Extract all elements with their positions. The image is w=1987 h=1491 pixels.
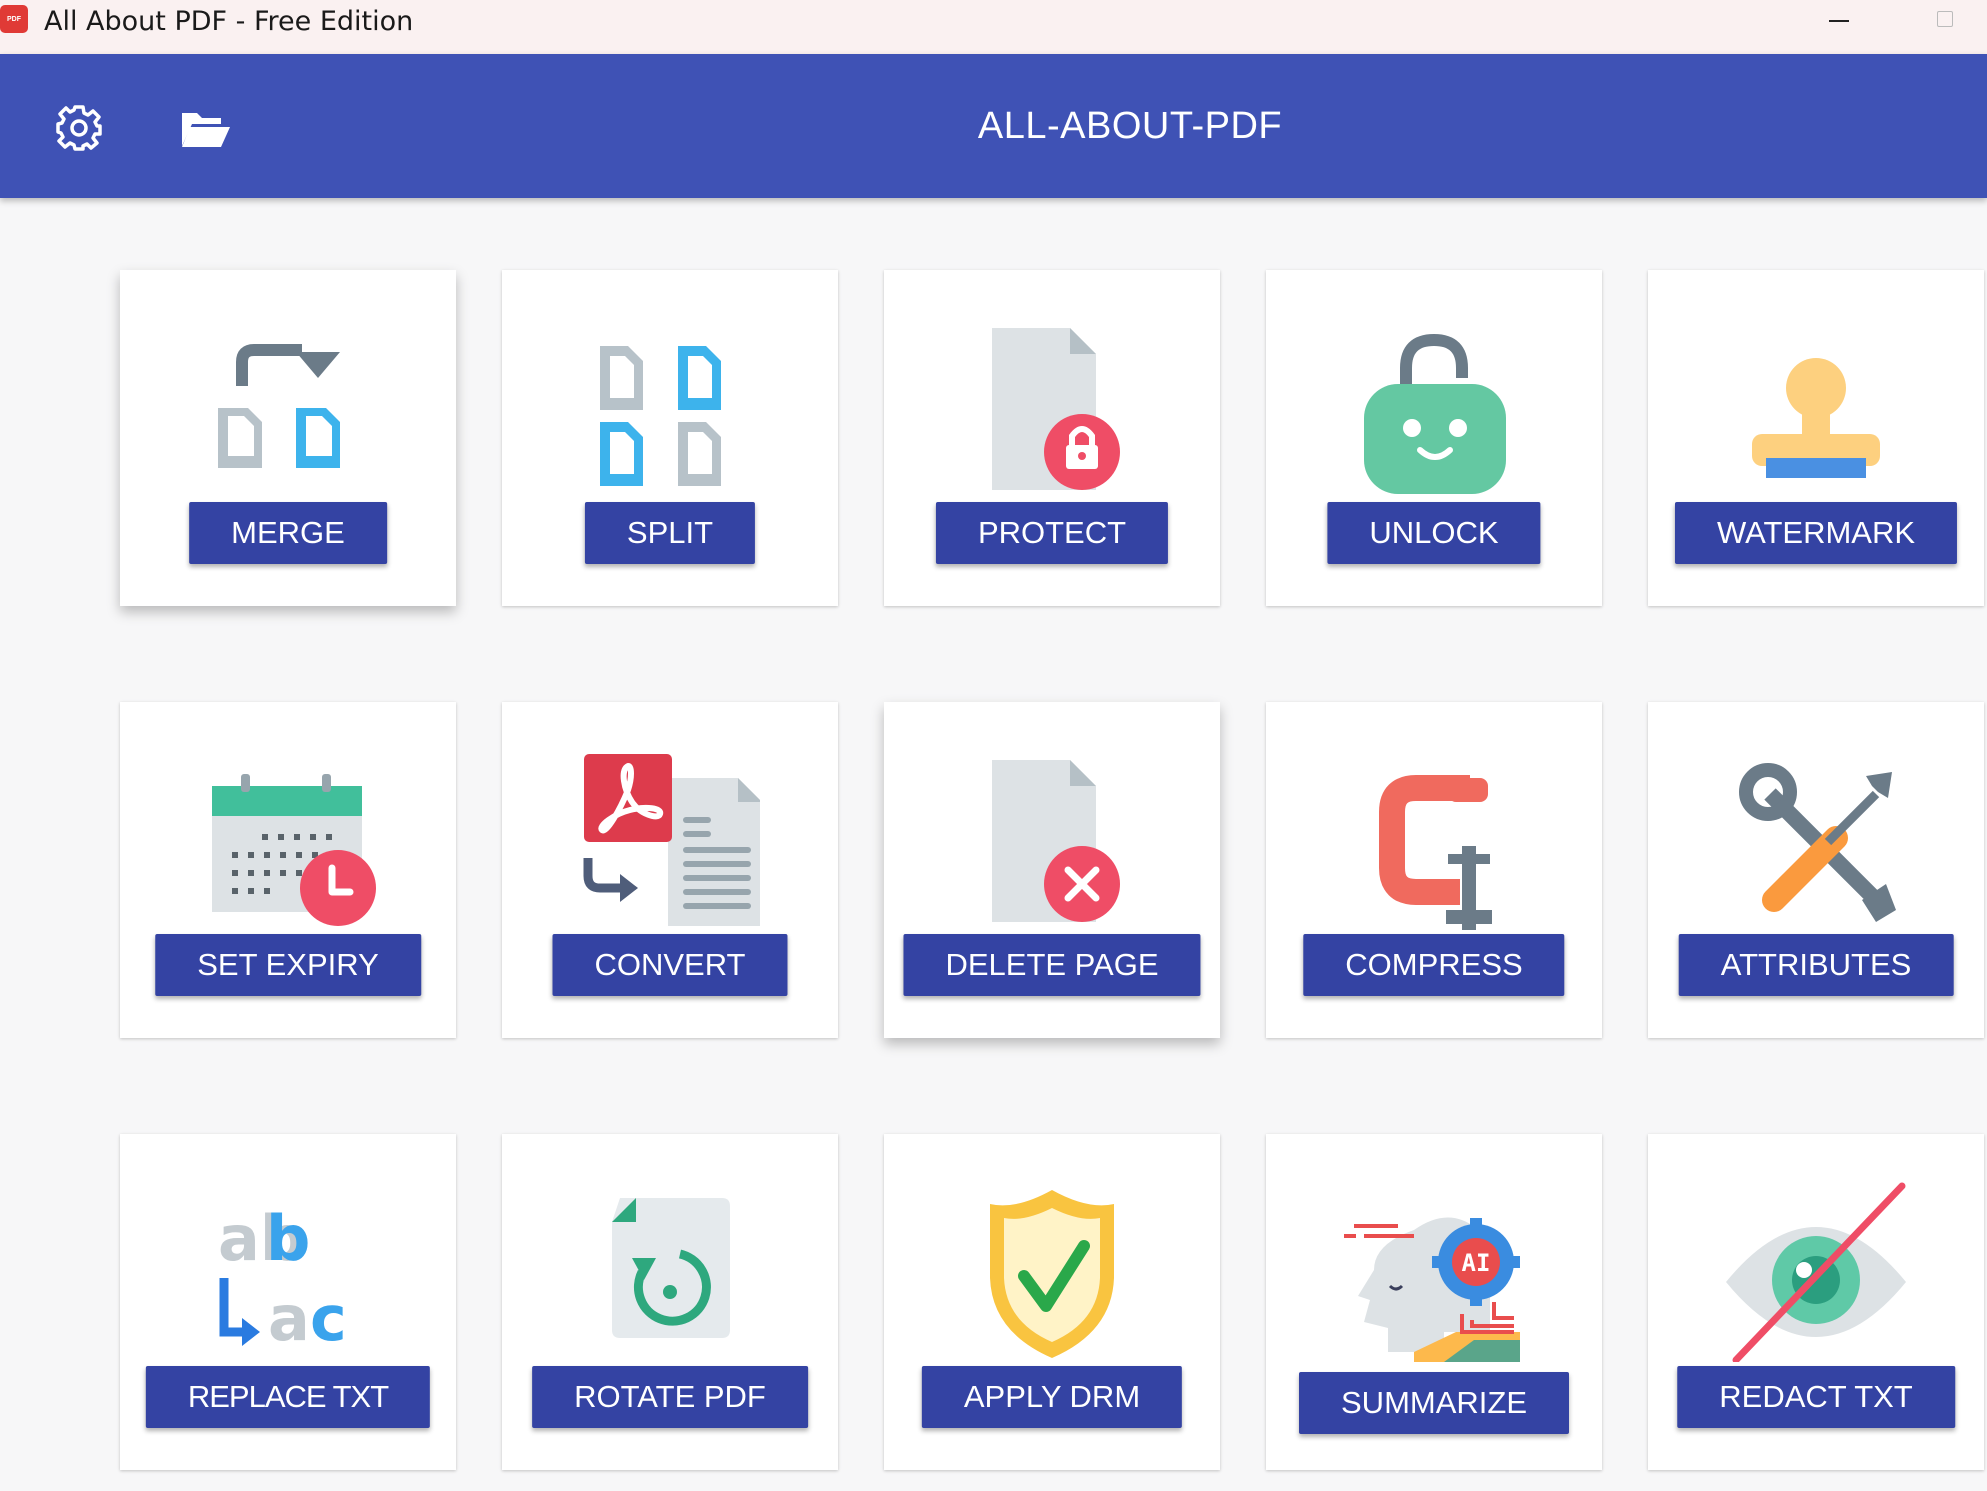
merge-button[interactable]: MERGE [189, 502, 387, 564]
svg-text:c: c [310, 1282, 347, 1355]
set-expiry-button[interactable]: SET EXPIRY [155, 934, 421, 996]
protect-button[interactable]: PROTECT [935, 502, 1169, 564]
redact-txt-button[interactable]: REDACT TXT [1677, 1366, 1955, 1428]
calendar-clock-icon [212, 774, 376, 926]
compress-button[interactable]: COMPRESS [1303, 934, 1565, 996]
tool-card-unlock[interactable]: UNLOCK [1266, 270, 1602, 606]
svg-text:AI: AI [1462, 1249, 1491, 1277]
gear-icon [56, 105, 102, 151]
tool-card-rotate-pdf[interactable]: ROTATE PDF [502, 1134, 838, 1470]
replace-text-icon: ab b a c [218, 1202, 347, 1355]
tool-card-merge[interactable]: MERGE [120, 270, 456, 606]
eye-crossed-icon [1726, 1182, 1906, 1362]
open-file-button[interactable] [177, 100, 233, 156]
tool-card-attributes[interactable]: ATTRIBUTES [1648, 702, 1984, 1038]
tool-card-apply-drm[interactable]: APPLY DRM [884, 1134, 1220, 1470]
tool-card-redact-txt[interactable]: REDACT TXT [1648, 1134, 1984, 1470]
merge-icon [218, 344, 340, 468]
app-logo-icon: PDF [0, 5, 28, 33]
svg-text:a: a [268, 1282, 310, 1355]
tool-card-compress[interactable]: COMPRESS [1266, 702, 1602, 1038]
replace-txt-button[interactable]: REPLACE TXT [145, 1366, 431, 1428]
rotate-icon [612, 1198, 730, 1338]
tool-card-watermark[interactable]: WATERMARK [1648, 270, 1984, 606]
tool-card-split[interactable]: SPLIT [502, 270, 838, 606]
tools-icon [1739, 763, 1896, 922]
convert-button[interactable]: CONVERT [552, 934, 788, 996]
svg-text:b: b [266, 1202, 310, 1275]
minimize-icon[interactable] [1829, 20, 1849, 22]
unlock-button[interactable]: UNLOCK [1327, 502, 1541, 564]
apply-drm-button[interactable]: APPLY DRM [921, 1366, 1183, 1428]
convert-icon [583, 754, 760, 926]
unlock-icon [1364, 333, 1506, 494]
shield-check-icon [990, 1190, 1114, 1358]
rotate-pdf-button[interactable]: ROTATE PDF [532, 1366, 808, 1428]
app-title: ALL-ABOUT-PDF [977, 104, 1283, 147]
window-titlebar: PDF All About PDF - Free Edition [0, 0, 1987, 54]
tool-card-set-expiry[interactable]: SET EXPIRY [120, 702, 456, 1038]
tool-card-convert[interactable]: CONVERT [502, 702, 838, 1038]
split-icon [600, 346, 721, 486]
maximize-icon[interactable] [1937, 11, 1953, 27]
stamp-icon [1752, 358, 1880, 478]
delete-page-icon [992, 760, 1120, 922]
delete-page-button[interactable]: DELETE PAGE [903, 934, 1201, 996]
app-header: ALL-ABOUT-PDF [0, 54, 1987, 198]
summarize-button[interactable]: SUMMARIZE [1299, 1372, 1569, 1434]
settings-button[interactable] [51, 100, 107, 156]
tool-card-replace-txt[interactable]: ab b a c REPLACE TXT [120, 1134, 456, 1470]
split-button[interactable]: SPLIT [584, 502, 756, 564]
window-title: All About PDF - Free Edition [44, 6, 414, 37]
folder-open-icon [182, 113, 230, 147]
clamp-icon [1379, 775, 1492, 930]
tool-card-protect[interactable]: PROTECT [884, 270, 1220, 606]
attributes-button[interactable]: ATTRIBUTES [1678, 934, 1954, 996]
watermark-button[interactable]: WATERMARK [1674, 502, 1958, 564]
protect-icon [992, 328, 1120, 490]
ai-head-icon: AI [1344, 1217, 1520, 1362]
tool-card-summarize[interactable]: AI SUMMARIZE [1266, 1134, 1602, 1470]
tool-card-delete-page[interactable]: DELETE PAGE [884, 702, 1220, 1038]
